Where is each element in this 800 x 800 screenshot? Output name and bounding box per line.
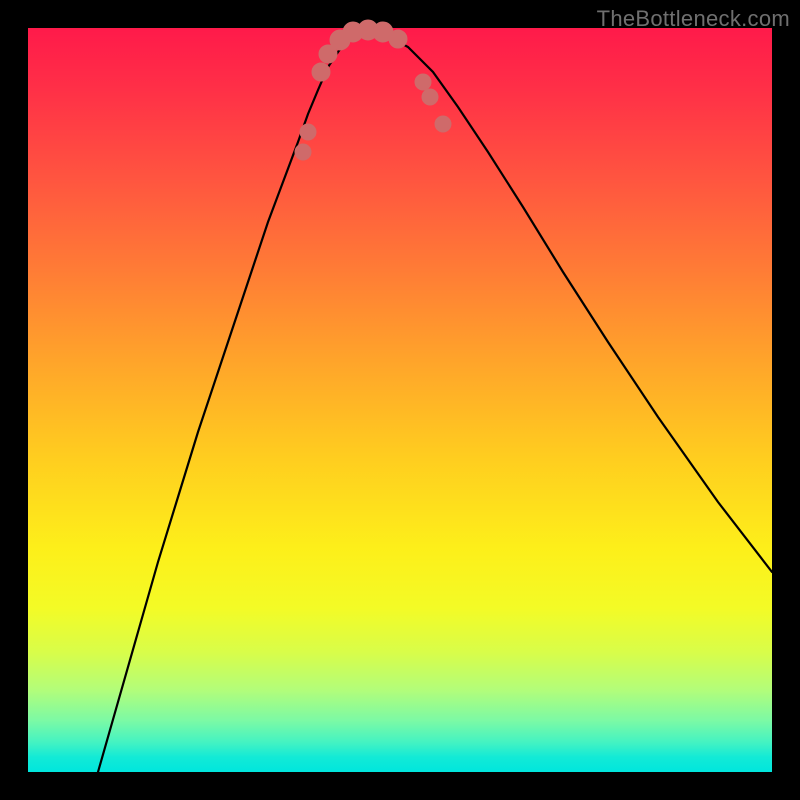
chart-frame: TheBottleneck.com — [0, 0, 800, 800]
data-marker — [415, 74, 431, 90]
data-marker — [295, 144, 311, 160]
bottleneck-curve — [98, 32, 772, 772]
watermark-text: TheBottleneck.com — [597, 6, 790, 32]
data-marker — [389, 30, 407, 48]
data-marker — [312, 63, 330, 81]
curve-svg — [28, 28, 772, 772]
data-marker — [435, 116, 451, 132]
plot-area — [28, 28, 772, 772]
data-marker — [300, 124, 316, 140]
curve-path — [98, 32, 772, 772]
data-marker — [422, 89, 438, 105]
